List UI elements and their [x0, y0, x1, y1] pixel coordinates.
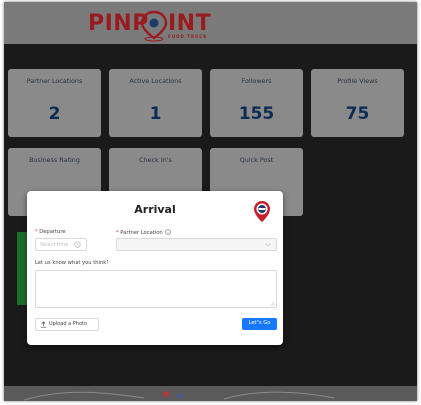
- map-strip: [4, 386, 417, 401]
- app-window: PINP INT FOOD TRUCK Partner Locations 2 …: [4, 2, 417, 401]
- departure-placeholder: Select time: [40, 242, 69, 248]
- map-decoration: [23, 391, 335, 401]
- departure-time-input[interactable]: Select time: [35, 238, 87, 251]
- stat-value: 75: [345, 104, 370, 124]
- stat-value: 2: [48, 104, 61, 124]
- stat-title: Business Rating: [29, 156, 80, 164]
- brand-name-part2: INT: [168, 11, 211, 36]
- header: PINP INT FOOD TRUCK: [4, 2, 417, 44]
- chevron-down-icon: [265, 243, 271, 247]
- lets-go-label: Let"s Go: [248, 320, 271, 326]
- brand-tagline: FOOD TRUCK: [168, 34, 207, 39]
- partner-location-select[interactable]: [116, 238, 277, 251]
- partner-location-label: * Partner Location: [116, 229, 172, 236]
- clock-icon: [74, 241, 81, 248]
- upload-icon: [40, 321, 47, 328]
- partner-location-label-text: Partner Location: [120, 230, 163, 236]
- stat-title: Quick Post: [239, 156, 274, 164]
- stat-title: Partner Locations: [26, 77, 83, 85]
- brand-name-part1: PINP: [88, 11, 149, 36]
- lets-go-button[interactable]: Let"s Go: [242, 318, 277, 330]
- map-pin-icon: [254, 201, 270, 222]
- stat-card-active-locations[interactable]: Active Locations 1: [109, 69, 202, 137]
- departure-label: * Departure: [35, 229, 66, 235]
- stat-card-partner-locations[interactable]: Partner Locations 2: [8, 69, 101, 137]
- resize-handle-icon[interactable]: [270, 301, 275, 306]
- arrival-modal: Arrival * Departure Select time * Partne…: [27, 191, 283, 345]
- brand-logo: PINP INT FOOD TRUCK: [88, 10, 211, 42]
- feedback-label: Let us know what you think!: [35, 260, 109, 266]
- info-circle-icon[interactable]: [165, 229, 172, 235]
- stat-value: 155: [238, 104, 275, 124]
- upload-photo-button[interactable]: Upload a Photo: [35, 318, 99, 331]
- stat-value: 1: [149, 104, 162, 124]
- stat-title: Followers: [241, 77, 272, 85]
- upload-photo-label: Upload a Photo: [49, 321, 88, 327]
- stat-card-followers[interactable]: Followers 155: [210, 69, 303, 137]
- stat-title: Check In's: [139, 156, 172, 164]
- stat-title: Profile Views: [337, 77, 378, 85]
- departure-label-text: Departure: [39, 229, 66, 235]
- stat-title: Active Locations: [129, 77, 182, 85]
- feedback-textarea[interactable]: [35, 270, 277, 308]
- stat-card-profile-views[interactable]: Profile Views 75: [311, 69, 404, 137]
- modal-title: Arrival: [134, 203, 176, 216]
